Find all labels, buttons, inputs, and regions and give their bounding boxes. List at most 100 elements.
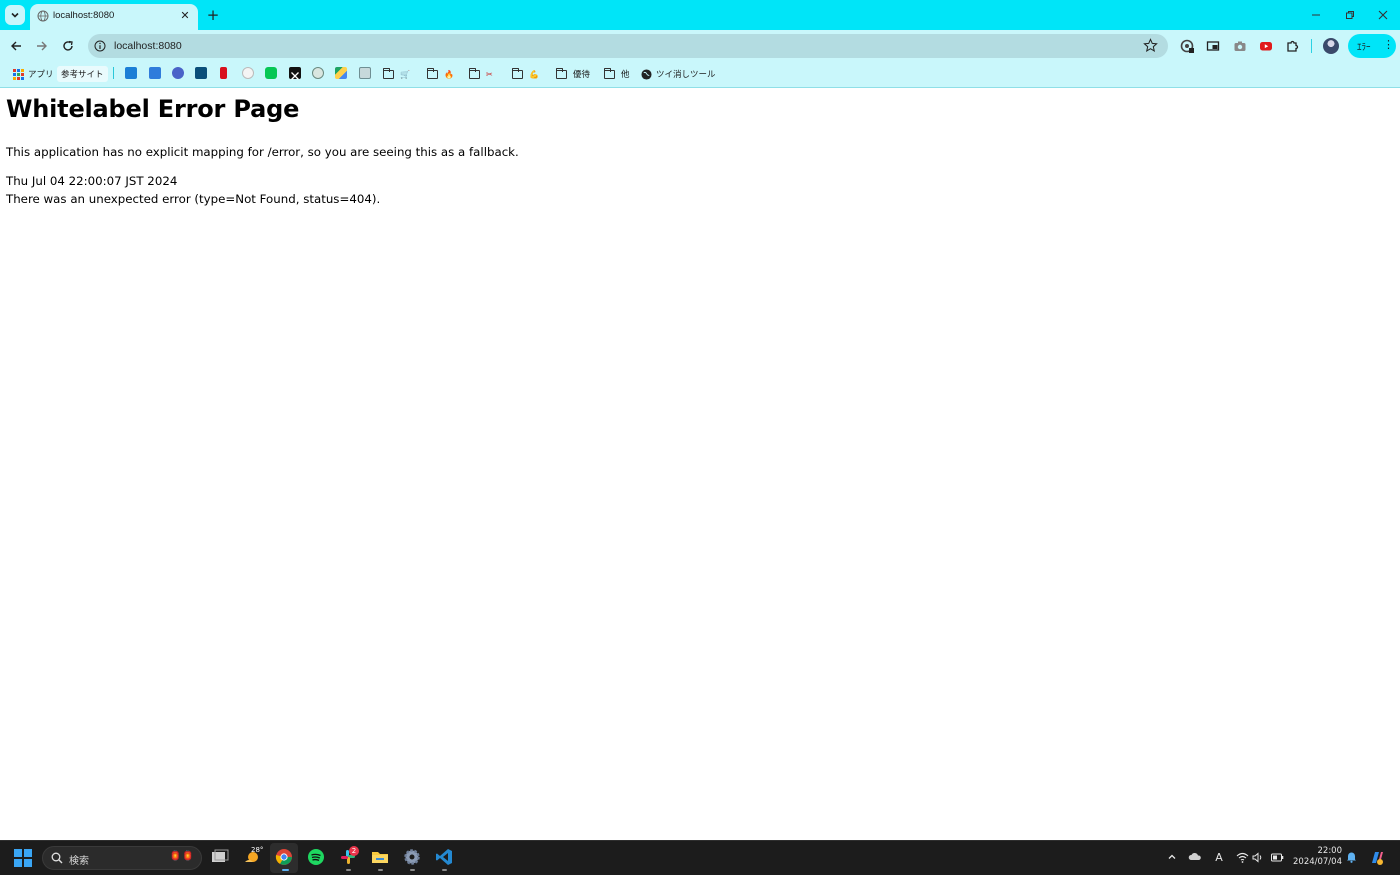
clock-time: 22:00	[1317, 846, 1343, 856]
bookmark-folder-scissors[interactable]: ✂	[469, 66, 493, 82]
arrow-right-icon	[37, 41, 47, 51]
profile-error-pill[interactable]: ｴﾗｰ ⋮	[1348, 34, 1396, 58]
x-logo-icon	[291, 72, 299, 80]
wifi-icon	[1236, 852, 1248, 863]
new-tab-button[interactable]: +	[205, 6, 221, 24]
pip-icon	[1206, 41, 1220, 51]
bookmark-folder-yuutai-label: 優待	[573, 70, 591, 80]
copilot-button[interactable]	[1367, 848, 1387, 868]
slack-notification-badge: 2	[349, 846, 359, 856]
bookmark-ref-sites[interactable]: 参考サイト	[57, 66, 108, 82]
minimize-button[interactable]	[1307, 6, 1325, 24]
onedrive-tray[interactable]	[1188, 850, 1202, 864]
scissors-icon: ✂	[486, 69, 493, 79]
extension-picture-in-picture[interactable]	[1205, 38, 1221, 54]
taskbar-clock[interactable]: 22:00 2024/07/04	[1290, 846, 1342, 868]
extensions-menu-button[interactable]	[1285, 38, 1301, 54]
settings-running-indicator	[410, 869, 415, 871]
fire-icon: 🔥	[444, 69, 454, 79]
more-menu-icon[interactable]: ⋮	[1383, 39, 1394, 50]
close-icon	[1378, 10, 1388, 20]
spotify-icon	[308, 849, 324, 865]
globe-icon	[37, 10, 49, 22]
bookmark-chatgpt-icon[interactable]	[312, 67, 324, 79]
reload-icon	[63, 40, 73, 51]
cloud-icon	[1188, 853, 1201, 860]
battery-tray[interactable]	[1270, 850, 1284, 864]
bookmark-apps[interactable]: アプリ	[13, 66, 54, 82]
bookmark-image-icon[interactable]	[359, 67, 371, 79]
search-highlight-icon: 🏮🏮	[169, 851, 194, 862]
address-bar[interactable]	[88, 34, 1168, 58]
taskbar-search[interactable]: 検索 🏮🏮	[42, 846, 202, 870]
bookmark-twitter-tool[interactable]: ツイ消しツール	[641, 66, 716, 82]
bookmark-star-icon[interactable]	[1143, 38, 1158, 53]
windows-start-button[interactable]	[14, 849, 32, 867]
restore-button[interactable]	[1341, 6, 1359, 24]
bookmark-folder-shopping[interactable]: 🛒	[383, 66, 410, 82]
toolbar-separator	[1311, 39, 1312, 53]
error-detail: There was an unexpected error (type=Not …	[6, 192, 381, 206]
bookmark-drive-icon[interactable]	[335, 67, 347, 79]
bookmark-separator	[113, 67, 114, 79]
bookmark-edge-icon[interactable]	[172, 67, 184, 79]
bookmark-tool-icon[interactable]	[149, 67, 161, 79]
task-view-icon	[212, 849, 229, 862]
bookmark-x-icon[interactable]	[289, 67, 301, 80]
profile-avatar[interactable]	[1323, 38, 1339, 54]
minimize-icon	[1312, 14, 1320, 16]
taskbar-task-view[interactable]	[210, 847, 230, 867]
bookmark-netflix-icon[interactable]	[220, 67, 227, 79]
bookmark-line-icon[interactable]	[265, 67, 277, 79]
address-bar-url[interactable]: localhost:8080	[114, 40, 182, 52]
taskbar-search-label: 検索	[69, 856, 89, 867]
explorer-running-indicator	[378, 869, 383, 871]
bookmark-folder-yuutai[interactable]: 優待	[556, 66, 590, 82]
folder-icon	[556, 67, 567, 79]
battery-icon	[1270, 853, 1283, 861]
folder-icon	[427, 67, 438, 79]
forward-button[interactable]	[33, 37, 51, 55]
bookmark-ref-sites-label: 参考サイト	[61, 70, 104, 80]
taskbar-chrome[interactable]	[274, 847, 294, 867]
taskbar-vscode[interactable]	[434, 847, 454, 867]
show-hidden-icons-button[interactable]	[1165, 850, 1179, 864]
volume-tray[interactable]	[1251, 850, 1265, 864]
bookmark-twitter-tool-label: ツイ消しツール	[656, 70, 716, 80]
bookmark-folder-fire[interactable]: 🔥	[427, 66, 454, 82]
search-icon	[51, 852, 63, 864]
extension-screenshot[interactable]	[1232, 38, 1248, 54]
wifi-tray[interactable]	[1235, 850, 1249, 864]
taskbar-settings[interactable]	[402, 847, 422, 867]
reload-button[interactable]	[59, 37, 77, 55]
taskbar-file-explorer[interactable]	[370, 847, 390, 867]
bookmark-folder-muscle[interactable]: 💪	[512, 66, 539, 82]
back-button[interactable]	[7, 37, 25, 55]
gear-icon	[404, 849, 420, 865]
tab-search-button[interactable]	[5, 5, 25, 25]
tab-localhost[interactable]: localhost:8080 ✕	[30, 4, 198, 30]
close-window-button[interactable]	[1374, 6, 1392, 24]
tab-title: localhost:8080	[53, 10, 115, 21]
taskbar-spotify[interactable]	[306, 847, 326, 867]
error-timestamp: Thu Jul 04 22:00:07 JST 2024	[6, 174, 178, 188]
extension-google-lens[interactable]	[1179, 38, 1195, 54]
folder-icon	[512, 67, 523, 79]
info-icon[interactable]	[94, 40, 106, 52]
clock-date: 2024/07/04	[1293, 857, 1342, 867]
bookmark-github-icon[interactable]	[242, 67, 254, 79]
copilot-icon	[1372, 852, 1383, 865]
bookmark-trello-icon[interactable]	[195, 67, 207, 79]
camera-icon	[1234, 41, 1246, 51]
tab-close-button[interactable]: ✕	[178, 8, 192, 22]
arrow-left-icon	[11, 41, 21, 51]
page-content: Whitelabel Error Page This application h…	[6, 95, 1386, 206]
ime-indicator[interactable]: A	[1212, 850, 1226, 864]
bookmark-calendar-icon[interactable]	[125, 67, 137, 79]
apps-grid-icon	[13, 68, 24, 80]
bookmark-folder-other[interactable]: 他	[604, 66, 630, 82]
folder-icon	[469, 67, 480, 79]
extension-youtube[interactable]	[1258, 38, 1274, 54]
notifications-button[interactable]	[1344, 850, 1358, 864]
restore-icon	[1346, 11, 1354, 19]
